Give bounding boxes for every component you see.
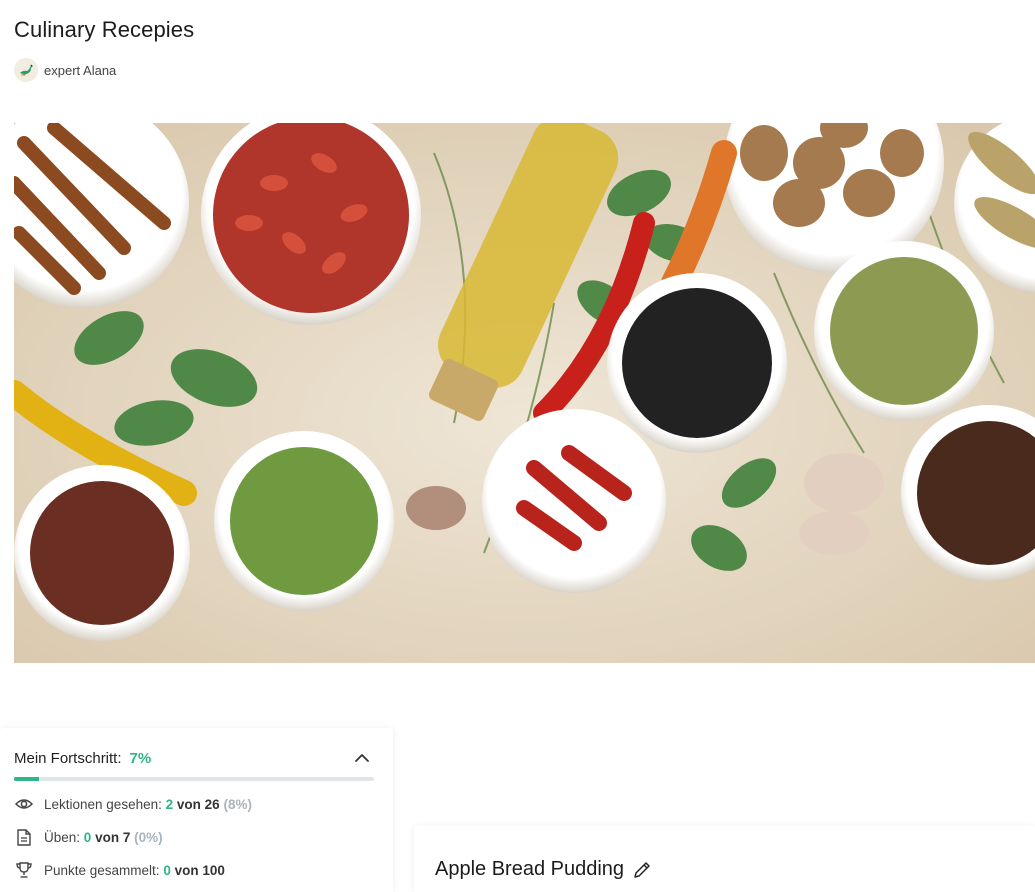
progress-header: Mein Fortschritt: 7% <box>14 750 151 767</box>
progress-bar-fill <box>14 777 40 781</box>
lessons-label: Lektionen gesehen: <box>44 796 162 812</box>
practice-label: Üben: <box>44 829 81 845</box>
avatar <box>14 58 38 82</box>
lessons-total: von 26 <box>176 796 220 812</box>
lesson-title: Apple Bread Pudding <box>435 858 625 880</box>
practice-done: 0 <box>83 829 92 845</box>
progress-label: Mein Fortschritt: <box>14 750 122 767</box>
practice-percent: (0%) <box>134 829 163 845</box>
bird-logo-icon <box>20 64 33 76</box>
stat-points: Punkte gesammelt: 0 von 100 <box>14 860 225 880</box>
progress-bar <box>14 777 374 781</box>
page-title: Culinary Recepies <box>14 17 195 42</box>
practice-total: von 7 <box>95 829 131 845</box>
points-done: 0 <box>163 862 171 878</box>
eye-icon <box>14 794 34 814</box>
points-total: von 100 <box>174 862 225 878</box>
author-name: expert Alana <box>44 62 117 78</box>
lesson-card: Apple Bread Pudding <box>414 826 1035 892</box>
lessons-done: 2 <box>165 796 174 812</box>
pencil-icon[interactable] <box>632 860 652 880</box>
stat-practice: Üben: 0 von 7 (0%) <box>14 827 163 847</box>
hero-image <box>14 123 1035 663</box>
chevron-up-icon[interactable] <box>352 750 372 766</box>
document-icon <box>14 827 34 847</box>
lessons-percent: (8%) <box>223 796 252 812</box>
trophy-icon <box>14 860 34 880</box>
progress-percent: 7% <box>129 750 152 767</box>
stat-lessons: Lektionen gesehen: 2 von 26 (8%) <box>14 794 252 814</box>
progress-card: Mein Fortschritt: 7% Lektionen gesehen: … <box>0 728 393 892</box>
author-info[interactable]: expert Alana <box>14 58 116 82</box>
points-label: Punkte gesammelt: <box>44 862 160 878</box>
lesson-header: Apple Bread Pudding <box>435 858 652 881</box>
